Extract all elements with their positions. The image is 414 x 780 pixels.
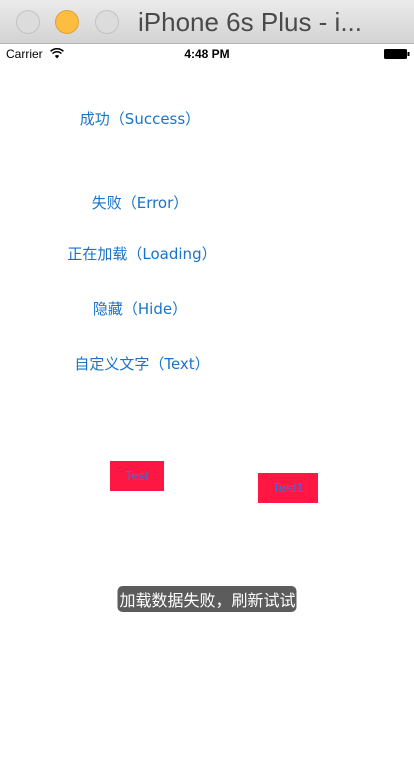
test1-button[interactable]: Test1: [258, 473, 318, 503]
status-time: 4:48 PM: [184, 47, 230, 61]
success-button[interactable]: 成功（Success）: [80, 108, 200, 129]
test-button[interactable]: Test: [110, 461, 164, 491]
window-title: iPhone 6s Plus - i...: [138, 7, 362, 37]
hide-button[interactable]: 隐藏（Hide）: [93, 298, 187, 319]
zoom-window-button[interactable]: [95, 10, 119, 34]
battery-icon: [384, 49, 410, 59]
simulator-window: iPhone 6s Plus - i... Carrier 4:48 PM 成功…: [0, 0, 414, 780]
custom-text-button[interactable]: 自定义文字（Text）: [74, 353, 209, 374]
error-button[interactable]: 失败（Error）: [92, 192, 189, 213]
minimize-window-button[interactable]: [55, 10, 79, 34]
status-bar: Carrier 4:48 PM: [0, 44, 414, 64]
close-window-button[interactable]: [16, 10, 40, 34]
title-bar[interactable]: iPhone 6s Plus - i...: [0, 0, 414, 44]
toast-message: 加载数据失败，刷新试试: [117, 586, 297, 612]
loading-button[interactable]: 正在加载（Loading）: [67, 243, 216, 264]
